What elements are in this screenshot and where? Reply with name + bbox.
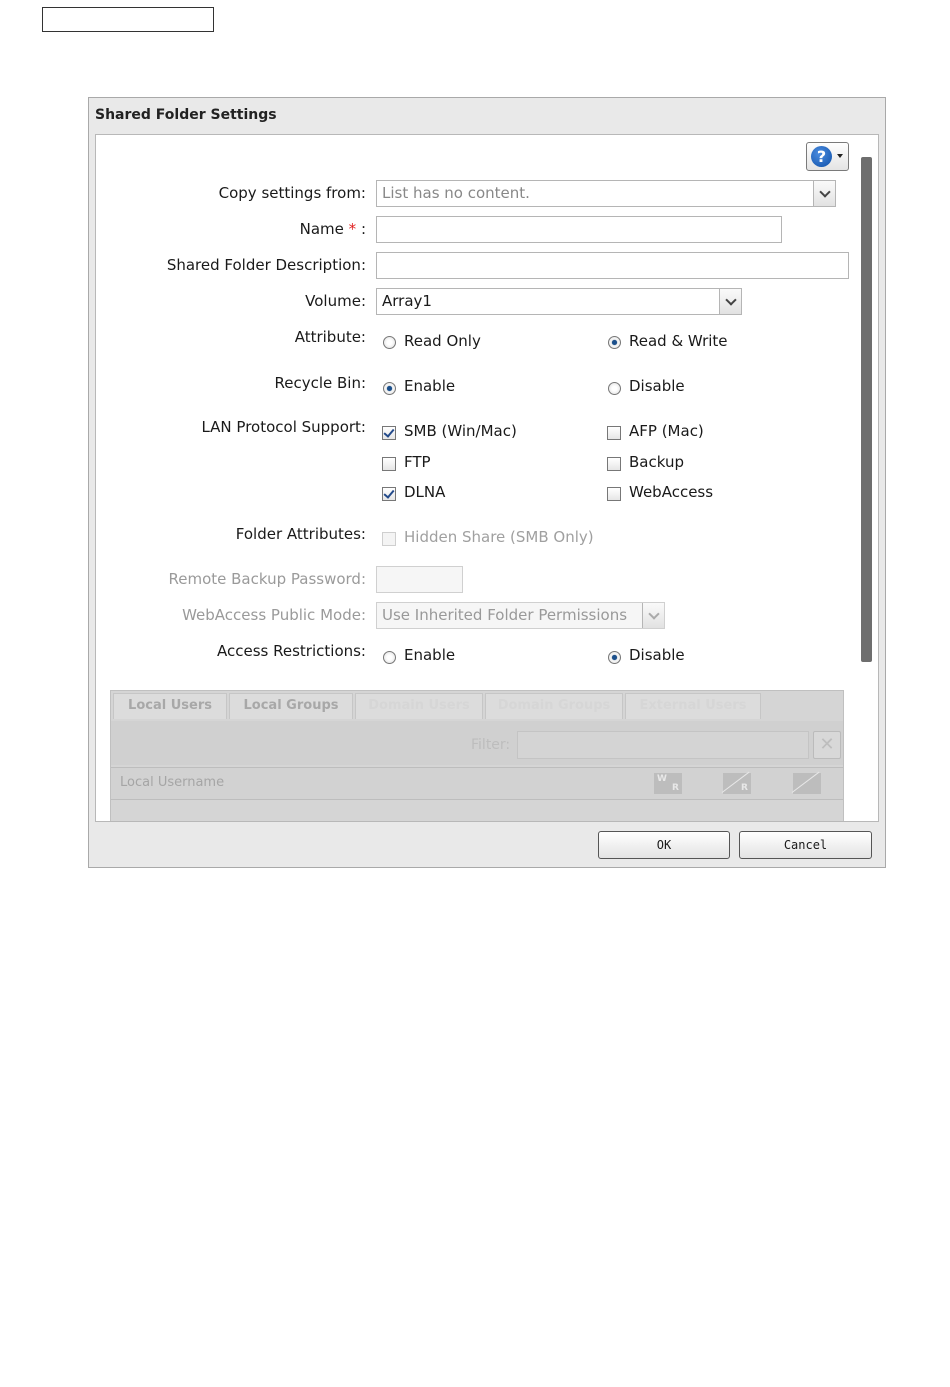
remote-backup-password-field[interactable] [376, 566, 463, 593]
hidden-share-checkbox[interactable] [382, 532, 396, 546]
attribute-read-write-label: Read & Write [629, 332, 728, 350]
grid-header: Local Username W R R [111, 767, 843, 800]
name-field[interactable] [376, 216, 782, 243]
recycle-bin-disable-radio[interactable] [608, 382, 621, 395]
close-icon[interactable]: ✕ [813, 731, 841, 759]
hidden-share-label: Hidden Share (SMB Only) [404, 528, 594, 546]
volume-select[interactable]: Array1 [376, 288, 742, 315]
attribute-read-write-radio[interactable] [608, 336, 621, 349]
backup-label: Backup [629, 453, 684, 471]
page-header-box [42, 7, 214, 32]
webaccess-public-mode-value: Use Inherited Folder Permissions [382, 606, 628, 624]
attribute-read-only-radio[interactable] [383, 336, 396, 349]
copy-settings-select[interactable]: List has no content. [376, 180, 836, 207]
tab-local-users[interactable]: Local Users [113, 693, 227, 719]
filter-row: Filter: ✕ [111, 721, 843, 765]
afp-checkbox[interactable] [607, 426, 621, 440]
webaccess-public-mode-label: WebAccess Public Mode: [182, 606, 366, 624]
local-username-column-header: Local Username [120, 775, 225, 790]
webaccess-label: WebAccess [629, 483, 714, 501]
required-mark: * [348, 220, 357, 238]
chevron-down-icon [837, 154, 843, 158]
webaccess-checkbox[interactable] [607, 487, 621, 501]
scrollbar[interactable] [861, 157, 872, 662]
access-permissions-area: Local Users Local Groups Domain Users Do… [110, 690, 844, 821]
copy-settings-label: Copy settings from: [218, 184, 366, 202]
question-icon: ? [811, 146, 832, 167]
read-write-icon[interactable]: W R [654, 773, 682, 794]
no-access-icon[interactable] [793, 773, 821, 794]
backup-checkbox[interactable] [607, 457, 621, 471]
filter-label: Filter: [471, 737, 511, 753]
volume-label: Volume: [305, 292, 366, 310]
ftp-label: FTP [404, 453, 431, 471]
description-label: Shared Folder Description: [166, 256, 366, 274]
recycle-bin-disable-label: Disable [629, 377, 685, 395]
settings-panel: ? Copy settings from: List has no conten… [95, 134, 879, 822]
lan-protocol-label: LAN Protocol Support: [201, 418, 366, 436]
ftp-checkbox[interactable] [382, 457, 396, 471]
dlna-label: DLNA [404, 483, 446, 501]
chevron-down-icon[interactable] [642, 603, 664, 628]
tab-local-groups[interactable]: Local Groups [229, 693, 353, 719]
chevron-down-icon[interactable] [719, 289, 741, 314]
cancel-button[interactable]: Cancel [739, 831, 872, 859]
access-restrictions-enable-label: Enable [404, 646, 456, 664]
smb-checkbox[interactable] [382, 426, 396, 440]
filter-input[interactable] [517, 731, 809, 759]
tab-external-users[interactable]: External Users [625, 693, 761, 719]
copy-settings-value: List has no content. [382, 184, 530, 202]
chevron-down-icon[interactable] [813, 181, 835, 206]
access-restrictions-enable-radio[interactable] [383, 651, 396, 664]
tab-domain-users[interactable]: Domain Users [355, 693, 483, 719]
volume-value: Array1 [382, 292, 432, 310]
dlna-checkbox[interactable] [382, 487, 396, 501]
attribute-read-only-label: Read Only [404, 332, 481, 350]
smb-label: SMB (Win/Mac) [404, 422, 517, 440]
attribute-label: Attribute: [294, 328, 366, 346]
description-field[interactable] [376, 252, 849, 279]
webaccess-public-mode-select[interactable]: Use Inherited Folder Permissions [376, 602, 665, 629]
access-restrictions-disable-radio[interactable] [608, 651, 621, 664]
dialog-title: Shared Folder Settings [95, 107, 277, 123]
read-only-icon[interactable]: R [723, 773, 751, 794]
help-button[interactable]: ? [806, 142, 849, 171]
ok-button[interactable]: OK [598, 831, 730, 859]
access-restrictions-label: Access Restrictions: [217, 642, 366, 660]
folder-attributes-label: Folder Attributes: [235, 525, 366, 543]
recycle-bin-enable-radio[interactable] [383, 382, 396, 395]
recycle-bin-label: Recycle Bin: [274, 374, 366, 392]
afp-label: AFP (Mac) [629, 422, 704, 440]
remote-backup-password-label: Remote Backup Password: [168, 570, 366, 588]
tab-domain-groups[interactable]: Domain Groups [485, 693, 623, 719]
shared-folder-settings-dialog: Shared Folder Settings ? Copy settings f… [88, 97, 886, 868]
recycle-bin-enable-label: Enable [404, 377, 456, 395]
name-label: Name * : [299, 220, 366, 238]
access-restrictions-disable-label: Disable [629, 646, 685, 664]
